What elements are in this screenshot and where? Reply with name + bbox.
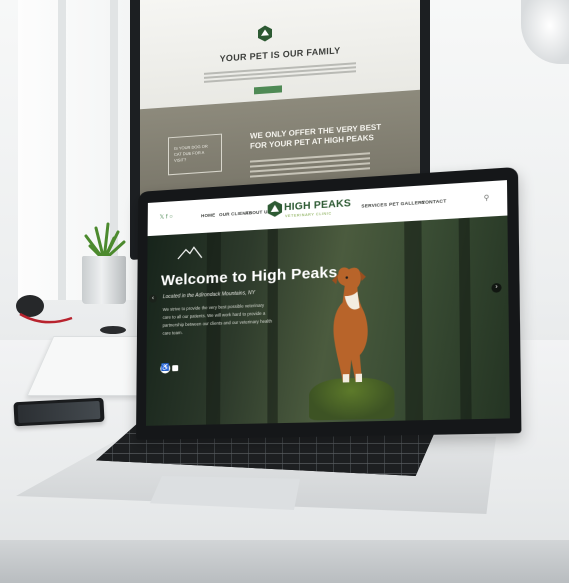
- hero-body: We strive to provide the very best possi…: [162, 302, 273, 336]
- hero-banner: Welcome to High Peaks Located in the Adi…: [145, 215, 510, 426]
- nav-pet-gallery: PET GALLERY: [389, 199, 426, 207]
- laptop-lid: 𝕏 f ○ HOME OUR CLIENTS ABOUT US HIGH PEA…: [136, 166, 522, 440]
- laptop-screen: 𝕏 f ○ HOME OUR CLIENTS ABOUT US HIGH PEA…: [145, 180, 510, 426]
- window-frame: [58, 0, 66, 300]
- monitor-logo-icon: [258, 25, 272, 42]
- headphones-icon: [16, 295, 73, 324]
- office-desk-scene: YOUR PET IS OUR FAMILY IS YOUR DOG OR CA…: [0, 0, 569, 583]
- mountain-icon: [177, 246, 202, 260]
- nav-services: SERVICES: [361, 201, 388, 209]
- accessibility-icon: ♿: [160, 363, 171, 374]
- nav-home: HOME: [201, 212, 216, 219]
- desk-edge: [0, 540, 569, 583]
- instagram-icon: ○: [169, 214, 173, 221]
- site-logo: HIGH PEAKS VETERINARY CLINIC: [267, 195, 372, 223]
- monitor-site-box: IS YOUR DOG OR CAT DUE FOR A VISIT?: [168, 133, 222, 176]
- mouse-puck: [100, 326, 126, 334]
- accessibility-toggle: [172, 365, 179, 372]
- search-icon: ⚲: [483, 194, 490, 203]
- hero-headline: Welcome to High Peaks: [160, 263, 338, 290]
- dog-icon: [331, 266, 368, 383]
- phone-screen: [17, 400, 101, 424]
- plant-pot: [82, 256, 126, 304]
- twitter-icon: 𝕏: [159, 214, 165, 221]
- arrow-right-icon: ›: [491, 282, 502, 293]
- logo-mountain-icon: [267, 200, 283, 218]
- facebook-icon: f: [165, 214, 168, 221]
- social-links: 𝕏 f ○: [159, 213, 172, 221]
- logo-name: HIGH PEAKS: [284, 198, 352, 214]
- smartphone: [13, 397, 105, 427]
- plant-icon: [84, 222, 126, 260]
- nav-contact: CONTACT: [421, 198, 447, 206]
- monitor-box-text: IS YOUR DOG OR CAT DUE FOR A VISIT?: [174, 143, 208, 163]
- arrow-left-icon: ‹: [149, 294, 157, 303]
